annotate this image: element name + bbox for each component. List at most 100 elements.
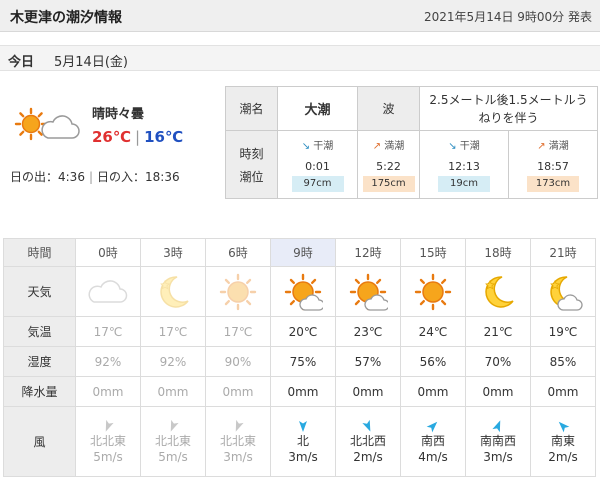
weather-icon-cell bbox=[335, 266, 401, 317]
wind-cell: 北北東 5m/s bbox=[75, 406, 141, 477]
wind-direction: 北北東 bbox=[219, 433, 256, 448]
wind-speed: 2m/s bbox=[353, 449, 383, 464]
low-temp: 16℃ bbox=[144, 128, 184, 146]
wind-direction-icon bbox=[558, 421, 570, 432]
humidity-value: 90% bbox=[205, 346, 271, 377]
wind-row-label: 風 bbox=[3, 406, 76, 477]
hour-label: 12時 bbox=[335, 238, 401, 267]
weather-icon-cell bbox=[140, 266, 206, 317]
tide-event: ↗ 満潮 5:22 175cm bbox=[357, 130, 420, 199]
wind-direction: 南南西 bbox=[479, 433, 516, 448]
wind-cell: 南南西 3m/s bbox=[465, 406, 531, 477]
hourly-forecast-table: 時間 0時 3時 6時 9時 12時 15時 18時 21時 天気 気温 17℃ 17℃ 17℃ 20℃… bbox=[3, 238, 596, 477]
temp-value: 19℃ bbox=[530, 316, 596, 347]
time-label: 時刻 bbox=[239, 146, 264, 161]
temp-value: 17℃ bbox=[75, 316, 141, 347]
precip-value: 0mm bbox=[75, 376, 141, 407]
tide-level: 175cm bbox=[362, 176, 415, 192]
cloud-icon bbox=[88, 279, 128, 303]
humidity-value: 56% bbox=[400, 346, 466, 377]
precip-value: 0mm bbox=[400, 376, 466, 407]
precip-value: 0mm bbox=[465, 376, 531, 407]
temperature-range: 26℃ | 16℃ bbox=[92, 128, 183, 146]
falling-arrow-icon: ↘ bbox=[448, 141, 457, 152]
sun-separator: | bbox=[88, 170, 93, 184]
time-row-label: 時間 bbox=[3, 238, 76, 267]
wave-label: 波 bbox=[357, 86, 420, 131]
tide-time: 5:22 bbox=[376, 160, 401, 173]
wind-direction-icon bbox=[170, 419, 179, 432]
wind-cell: 南東 2m/s bbox=[530, 406, 596, 477]
wind-direction: 北 bbox=[296, 433, 309, 448]
tide-time-level-label: 時刻 潮位 bbox=[225, 130, 278, 199]
wind-direction: 北北西 bbox=[349, 433, 386, 448]
wind-speed: 5m/s bbox=[158, 449, 188, 464]
hour-label: 6時 bbox=[205, 238, 271, 267]
tide-kind: ↗ 満潮 bbox=[372, 141, 405, 152]
wind-cell: 北北東 5m/s bbox=[140, 406, 206, 477]
date-label: 5月14日(金) bbox=[54, 55, 128, 70]
page-title: 木更津の潮汐情報 bbox=[10, 10, 122, 26]
page-header: 木更津の潮汐情報 2021年5月14日 9時00分 発表 bbox=[0, 0, 600, 32]
temp-value: 24℃ bbox=[400, 316, 466, 347]
wind-speed: 4m/s bbox=[418, 449, 448, 464]
hour-label: 15時 bbox=[400, 238, 466, 267]
temp-value: 17℃ bbox=[140, 316, 206, 347]
hour-label: 21時 bbox=[530, 238, 596, 267]
humidity-row-label: 湿度 bbox=[3, 346, 76, 377]
today-label: 今日 bbox=[8, 55, 35, 70]
tide-event: ↘ 干潮 0:01 97cm bbox=[277, 130, 358, 199]
hour-label: 18時 bbox=[465, 238, 531, 267]
hour-label: 0時 bbox=[75, 238, 141, 267]
level-label: 潮位 bbox=[239, 169, 264, 184]
wind-direction: 北北東 bbox=[89, 433, 126, 448]
weather-icon-cell bbox=[270, 266, 336, 317]
wind-speed: 3m/s bbox=[288, 449, 318, 464]
sun-times: 日の出：4:36 | 日の入：18:36 bbox=[10, 168, 180, 185]
high-temp: 26℃ bbox=[92, 128, 132, 146]
sun-cloud-icon bbox=[14, 107, 80, 141]
humidity-value: 57% bbox=[335, 346, 401, 377]
wind-direction-icon bbox=[235, 419, 244, 432]
wind-cell: 南西 4m/s bbox=[400, 406, 466, 477]
tide-level: 19cm bbox=[438, 176, 490, 192]
humidity-value: 75% bbox=[270, 346, 336, 377]
wind-speed: 3m/s bbox=[223, 449, 253, 464]
tide-kind: ↗ 満潮 bbox=[537, 141, 569, 152]
precip-value: 0mm bbox=[270, 376, 336, 407]
temp-separator: | bbox=[135, 128, 141, 146]
sun-cloud-icon bbox=[349, 273, 388, 311]
wind-speed: 3m/s bbox=[483, 449, 513, 464]
wind-cell: 北北西 2m/s bbox=[335, 406, 401, 477]
tide-level: 173cm bbox=[527, 176, 579, 192]
temp-value: 21℃ bbox=[465, 316, 531, 347]
wind-cell: 北北東 3m/s bbox=[205, 406, 271, 477]
temp-row-label: 気温 bbox=[3, 316, 76, 347]
moon-icon bbox=[485, 275, 514, 308]
rising-arrow-icon: ↗ bbox=[372, 141, 382, 152]
falling-arrow-icon: ↘ bbox=[301, 141, 311, 152]
date-bar: 今日 5月14日(金) bbox=[0, 45, 600, 71]
wind-direction-icon bbox=[299, 420, 307, 432]
wind-direction: 南東 bbox=[550, 433, 575, 448]
humidity-value: 92% bbox=[75, 346, 141, 377]
precip-value: 0mm bbox=[205, 376, 271, 407]
wave-info: 2.5メートル後1.5メートルうねりを伴う bbox=[419, 86, 598, 131]
published-time: 2021年5月14日 9時00分 発表 bbox=[424, 10, 592, 24]
sun-icon bbox=[414, 273, 452, 310]
hour-label: 9時 bbox=[270, 238, 336, 267]
weather-icon-cell bbox=[465, 266, 531, 317]
precip-row-label: 降水量 bbox=[3, 376, 76, 407]
wind-speed: 2m/s bbox=[548, 449, 578, 464]
wind-direction: 南西 bbox=[420, 433, 445, 448]
weather-row-label: 天気 bbox=[3, 266, 76, 317]
temp-value: 23℃ bbox=[335, 316, 401, 347]
tide-table: 潮名 大潮 波 2.5メートル後1.5メートルうねりを伴う 時刻 潮位 ↘ 干潮… bbox=[225, 86, 598, 199]
temp-value: 20℃ bbox=[270, 316, 336, 347]
weather-condition: 晴時々曇 bbox=[92, 107, 145, 122]
tide-time: 12:13 bbox=[448, 160, 480, 173]
precip-value: 0mm bbox=[140, 376, 206, 407]
tide-name-label: 潮名 bbox=[225, 86, 278, 131]
wind-direction-icon bbox=[426, 421, 438, 432]
tide-name: 大潮 bbox=[277, 86, 358, 131]
